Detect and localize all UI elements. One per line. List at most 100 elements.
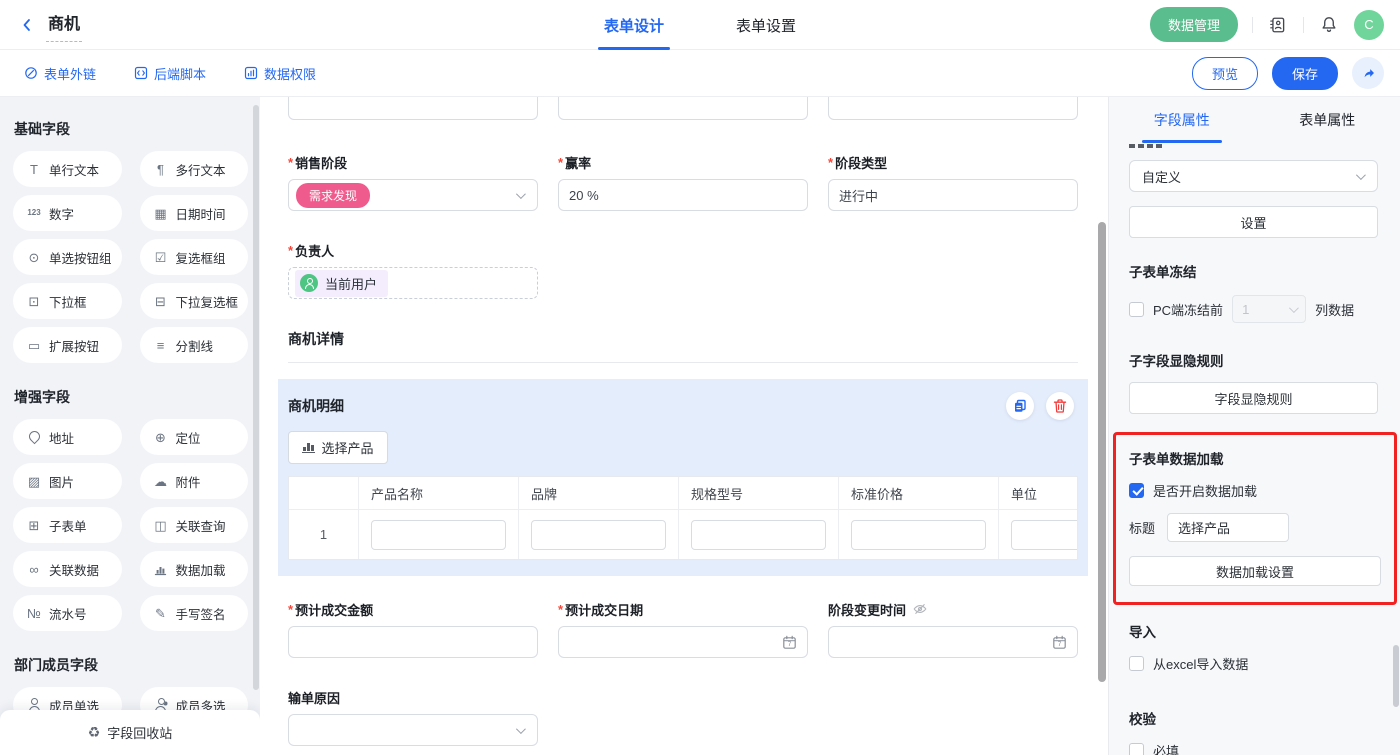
subform-table: 产品名称品牌规格型号标准价格单位 1 (288, 476, 1078, 560)
back-icon[interactable] (16, 14, 38, 36)
sidebar-item-number[interactable]: 123数字 (13, 195, 122, 231)
field-sales-stage[interactable]: 销售阶段 需求发现 (288, 153, 538, 211)
sidebar-item-datetime[interactable]: ▦日期时间 (140, 195, 249, 231)
settings-button[interactable]: 设置 (1129, 206, 1378, 238)
partial-input[interactable] (288, 97, 538, 120)
sidebar-item-single-line-text[interactable]: T单行文本 (13, 151, 122, 187)
widget-type-select[interactable]: 自定义 (1129, 160, 1378, 192)
sidebar-item-linked-query[interactable]: ◫关联查询 (140, 507, 249, 543)
tab-form-properties[interactable]: 表单属性 (1255, 97, 1400, 143)
data-manage-button[interactable]: 数据管理 (1150, 7, 1238, 42)
sidebar-item-checkbox-group[interactable]: ☑复选框组 (140, 239, 249, 275)
tab-form-settings[interactable]: 表单设置 (730, 0, 802, 50)
sidebar-item-radio-group[interactable]: ⊙单选按钮组 (13, 239, 122, 275)
subform-cell (999, 510, 1078, 559)
sidebar-item-address[interactable]: 地址 (13, 419, 122, 455)
contact-book-icon[interactable] (1267, 14, 1289, 36)
panel-body: 自定义 设置 子表单冻结 PC端冻结前 1 列数据 子字段显隐规则 字段显隐规则 (1109, 144, 1400, 755)
field-visibility-rules-button[interactable]: 字段显隐规则 (1129, 382, 1378, 414)
win-rate-input[interactable]: 20 % (558, 179, 808, 211)
sidebar-item-divider[interactable]: ≡ 分割线 (140, 327, 249, 363)
sidebar-item-label: 流水号 (49, 604, 87, 623)
field-label: 预计成交金额 (288, 600, 538, 618)
toolbar-right: 预览 保存 (1192, 57, 1384, 90)
expected-amount-input[interactable] (288, 626, 538, 658)
user-avatar[interactable]: C (1354, 10, 1384, 40)
dropdown-icon: ⊡ (26, 293, 42, 309)
form-external-link[interactable]: 表单外链 (24, 64, 96, 83)
copy-button[interactable] (1006, 392, 1034, 420)
data-permission-link[interactable]: 数据权限 (244, 64, 316, 83)
owner-input[interactable]: 当前用户 (288, 267, 538, 299)
data-load-toggle-row: 是否开启数据加载 (1129, 481, 1381, 500)
location-icon: ⊕ (153, 429, 169, 445)
extend-button-icon: ▭ (26, 337, 42, 353)
chevron-down-icon (1289, 303, 1299, 313)
script-icon (134, 66, 148, 80)
field-win-rate[interactable]: 赢率 20 % (558, 153, 808, 211)
subform-cell-input[interactable] (691, 520, 826, 550)
backend-script-link[interactable]: 后端脚本 (134, 64, 206, 83)
share-button[interactable] (1352, 57, 1384, 89)
preview-button[interactable]: 预览 (1192, 57, 1258, 90)
sidebar-item-signature[interactable]: ✎手写签名 (140, 595, 249, 631)
field-stage-change-time[interactable]: 阶段变更时间 7 (828, 600, 1078, 658)
stage-change-time-input[interactable]: 7 (828, 626, 1078, 658)
sidebar-item-data-load[interactable]: 数据加载 (140, 551, 249, 587)
required-checkbox[interactable] (1129, 743, 1144, 755)
field-lose-reason[interactable]: 输单原因 (288, 688, 1108, 746)
canvas-scrollbar[interactable] (1098, 222, 1106, 682)
stage-type-input[interactable]: 进行中 (828, 179, 1078, 211)
partial-input[interactable] (828, 97, 1078, 120)
panel-scrollbar[interactable] (1393, 645, 1399, 707)
subform-cell-input[interactable] (371, 520, 506, 550)
sidebar-item-label: 分割线 (176, 336, 214, 355)
freeze-count-select[interactable]: 1 (1232, 295, 1306, 323)
lose-reason-select[interactable] (288, 714, 538, 746)
sidebar-item-image[interactable]: ▨图片 (13, 463, 122, 499)
toolbar-link-label: 表单外链 (44, 64, 96, 83)
subform-actions (1006, 392, 1078, 420)
excel-import-checkbox[interactable] (1129, 656, 1144, 671)
field-stage-type[interactable]: 阶段类型 进行中 (828, 153, 1078, 211)
field-expected-amount[interactable]: 预计成交金额 (288, 600, 538, 658)
subform-cell-input[interactable] (531, 520, 666, 550)
field-owner[interactable]: 负责人 当前用户 (288, 241, 1108, 299)
section-detail[interactable]: 商机详情 (288, 329, 1108, 363)
data-load-settings-button[interactable]: 数据加载设置 (1129, 556, 1381, 586)
sidebar-scrollbar[interactable] (253, 105, 259, 690)
row-index-header (289, 477, 359, 509)
subform-block[interactable]: 商机明细 选择产品 产品名称品牌规格型号标准价格单位 (278, 379, 1088, 576)
subform-cell-input[interactable] (851, 520, 986, 550)
notification-bell-icon[interactable] (1318, 14, 1340, 36)
sidebar-item-multi-line-text[interactable]: ¶多行文本 (140, 151, 249, 187)
expected-date-input[interactable]: 7 (558, 626, 808, 658)
sidebar-item-serial-number[interactable]: №流水号 (13, 595, 122, 631)
divider-icon: ≡ (153, 337, 169, 353)
toolbar-link-label: 数据权限 (264, 64, 316, 83)
partial-input[interactable] (558, 97, 808, 120)
sidebar-item-label: 数字 (49, 204, 74, 223)
sidebar-item-linked-data[interactable]: ∞关联数据 (13, 551, 122, 587)
select-product-button[interactable]: 选择产品 (288, 431, 388, 464)
title-field-input[interactable]: 选择产品 (1167, 513, 1289, 542)
freeze-checkbox[interactable] (1129, 302, 1144, 317)
sales-stage-select[interactable]: 需求发现 (288, 179, 538, 211)
sidebar-item-extend-button[interactable]: ▭扩展按钮 (13, 327, 122, 363)
tab-form-design[interactable]: 表单设计 (598, 0, 670, 50)
tab-field-properties[interactable]: 字段属性 (1109, 97, 1255, 143)
sidebar-item-attachment[interactable]: ☁附件 (140, 463, 249, 499)
sidebar-item-dropdown[interactable]: ⊡下拉框 (13, 283, 122, 319)
field-recycle-bin[interactable]: ♻ 字段回收站 (0, 710, 260, 755)
sidebar-item-subform[interactable]: ⊞子表单 (13, 507, 122, 543)
sidebar-item-multi-dropdown[interactable]: ⊟下拉复选框 (140, 283, 249, 319)
subform-cell-input[interactable] (1011, 520, 1078, 550)
delete-button[interactable] (1046, 392, 1074, 420)
multi-line-text-icon: ¶ (153, 161, 169, 177)
header-left: 商机 (16, 8, 82, 42)
data-load-checkbox[interactable] (1129, 483, 1144, 498)
field-expected-date[interactable]: 预计成交日期 7 (558, 600, 808, 658)
page-title[interactable]: 商机 (46, 8, 82, 42)
sidebar-item-location[interactable]: ⊕定位 (140, 419, 249, 455)
save-button[interactable]: 保存 (1272, 57, 1338, 90)
